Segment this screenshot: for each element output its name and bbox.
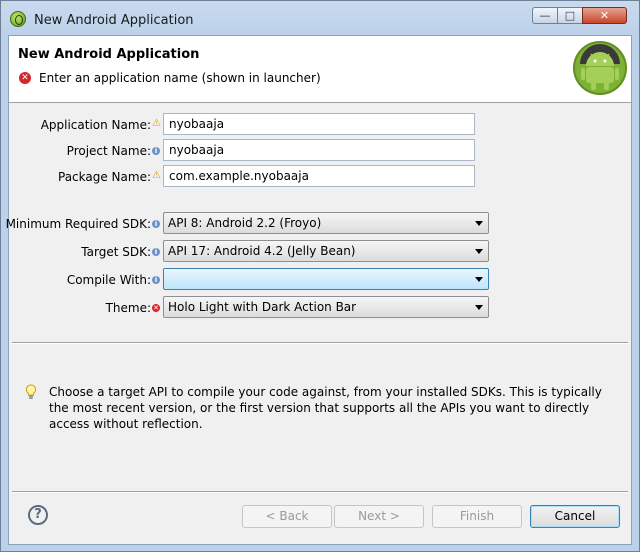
info-icon: i — [152, 220, 160, 228]
hint-text: Choose a target API to compile your code… — [49, 385, 602, 431]
theme-select[interactable]: Holo Light with Dark Action Bar — [163, 296, 489, 318]
finish-button[interactable]: Finish — [432, 505, 522, 528]
close-button[interactable]: ✕ — [582, 7, 627, 24]
window-title: New Android Application — [34, 13, 194, 28]
min-sdk-select[interactable]: API 8: Android 2.2 (Froyo) — [163, 212, 489, 234]
compile-with-select[interactable] — [163, 268, 489, 290]
min-sdk-value: API 8: Android 2.2 (Froyo) — [168, 216, 322, 230]
next-button[interactable]: Next > — [334, 505, 424, 528]
info-icon: i — [152, 248, 160, 256]
info-icon: i — [152, 276, 160, 284]
error-icon: ✕ — [152, 304, 160, 312]
application-name-input[interactable] — [163, 113, 475, 135]
help-button[interactable]: ? — [28, 505, 48, 525]
chevron-down-icon — [475, 277, 483, 282]
cancel-button[interactable]: Cancel — [530, 505, 620, 528]
info-icon: i — [152, 147, 160, 155]
application-name-label: Application Name: — [40, 118, 151, 132]
banner-message: Enter an application name (shown in laun… — [39, 71, 321, 85]
project-name-label: Project Name: — [66, 144, 151, 158]
target-sdk-value: API 17: Android 4.2 (Jelly Bean) — [168, 244, 356, 258]
warning-icon: ⚠ — [152, 118, 161, 129]
eclipse-app-icon — [10, 11, 26, 27]
wizard-form: Application Name: ⚠ Project Name: i Pack… — [5, 102, 631, 492]
banner-title: New Android Application — [18, 47, 200, 62]
min-sdk-label: Minimum Required SDK: — [5, 217, 151, 231]
package-name-label: Package Name: — [58, 170, 151, 184]
footer-divider — [12, 491, 628, 493]
chevron-down-icon — [475, 249, 483, 254]
back-button[interactable]: < Back — [242, 505, 332, 528]
chevron-down-icon — [475, 221, 483, 226]
wizard-banner: New Android Application ✕ Enter an appli… — [9, 36, 631, 103]
chevron-down-icon — [475, 305, 483, 310]
target-sdk-select[interactable]: API 17: Android 4.2 (Jelly Bean) — [163, 240, 489, 262]
target-sdk-label: Target SDK: — [81, 245, 151, 259]
title-bar[interactable]: New Android Application — □ ✕ — [1, 1, 639, 35]
project-name-input[interactable] — [163, 139, 475, 161]
dialog-client-area: New Android Application ✕ Enter an appli… — [5, 35, 632, 545]
lightbulb-icon — [25, 384, 37, 399]
minimize-button[interactable]: — — [532, 7, 558, 24]
dialog-window: New Android Application — □ ✕ New Androi… — [0, 0, 640, 552]
error-icon: ✕ — [19, 72, 31, 84]
compile-with-label: Compile With: — [66, 273, 151, 287]
warning-icon: ⚠ — [152, 170, 161, 181]
maximize-button[interactable]: □ — [557, 7, 583, 24]
android-logo — [573, 41, 627, 95]
theme-value: Holo Light with Dark Action Bar — [168, 300, 357, 314]
divider — [12, 342, 628, 344]
package-name-input[interactable] — [163, 165, 475, 187]
theme-label: Theme: — [105, 301, 151, 315]
